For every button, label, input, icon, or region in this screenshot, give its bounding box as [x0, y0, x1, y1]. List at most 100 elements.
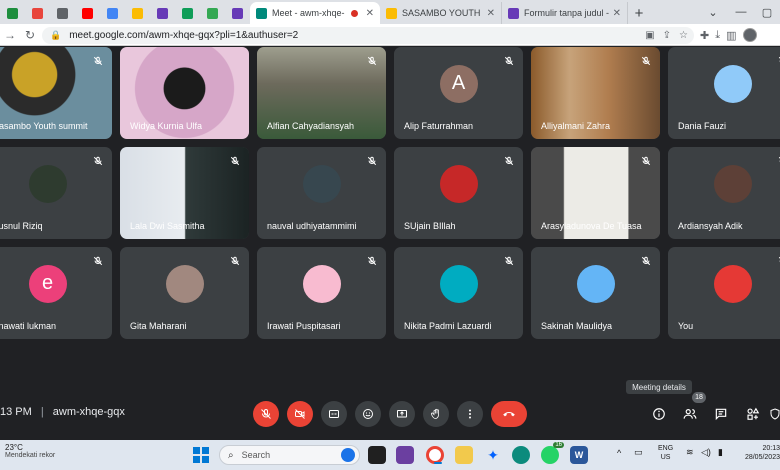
captions-button[interactable]	[321, 401, 347, 427]
participant-tile[interactable]: Sasambo Youth summit	[0, 47, 112, 139]
whatsapp-icon[interactable]: 16	[541, 442, 564, 464]
browser-tab[interactable]: Formulir tanpa judul - G ✕	[502, 2, 628, 24]
pinned-tab[interactable]	[200, 2, 225, 24]
participant-tile[interactable]: Gita Maharani	[120, 247, 249, 339]
wifi-icon[interactable]: ≋	[686, 448, 694, 457]
tray-chevron-icon[interactable]: ^	[617, 449, 621, 458]
volume-icon[interactable]: ◁)	[701, 448, 711, 457]
teams-chat-icon[interactable]	[396, 446, 414, 464]
info-icon	[653, 408, 665, 420]
camera-off-button[interactable]	[287, 401, 313, 427]
drive-icon	[386, 7, 397, 19]
muted-mic-icon	[90, 253, 106, 269]
participant-name: Lala Dwi Sasmitha	[130, 221, 205, 231]
edge-icon[interactable]	[512, 446, 530, 464]
windows-start-button[interactable]	[193, 447, 209, 463]
bookmark-star-icon[interactable]: ☆	[679, 30, 688, 41]
close-tab-icon[interactable]: ✕	[613, 8, 621, 19]
mic-off-button[interactable]	[253, 401, 279, 427]
emoji-button[interactable]	[355, 401, 381, 427]
participant-tile[interactable]: Nikita Padmi Lazuardi	[394, 247, 523, 339]
pinned-tab[interactable]	[175, 2, 200, 24]
pinned-tab[interactable]	[125, 2, 150, 24]
task-view-icon[interactable]	[368, 446, 386, 464]
browser-tab[interactable]: SASAMBO YOUTH SUM ✕	[380, 2, 502, 24]
participant-avatar	[302, 264, 341, 303]
browser-tab-strip: Meet - awm-xhqe-✕SASAMBO YOUTH SUM✕Formu…	[0, 0, 780, 24]
participant-tile[interactable]: SUjain BIllah	[394, 147, 523, 239]
participant-tile[interactable]: e Irnawati lukman	[0, 247, 112, 339]
side-panel-icon[interactable]: ▥	[726, 29, 736, 42]
download-icon[interactable]: ⤓	[715, 29, 720, 42]
raise-hand-button[interactable]	[423, 401, 449, 427]
participant-tile[interactable]: Irawati Puspitasari	[257, 247, 386, 339]
close-tab-icon[interactable]: ✕	[366, 8, 374, 19]
participant-tile[interactable]: nauval udhiyatammimi	[257, 147, 386, 239]
pinned-tab[interactable]	[225, 2, 250, 24]
pinned-tab[interactable]	[50, 2, 75, 24]
pinned-tab[interactable]	[100, 2, 125, 24]
pinned-tab[interactable]	[150, 2, 175, 24]
recording-dot-icon	[350, 9, 358, 17]
chrome-icon[interactable]	[426, 446, 444, 464]
profile-avatar[interactable]	[742, 28, 757, 42]
participant-tile[interactable]: Sakinah Maulidya	[531, 247, 660, 339]
participant-tile[interactable]: Dania Fauzi	[668, 47, 780, 139]
forms-icon	[157, 7, 168, 19]
dropbox-icon[interactable]: ✦	[484, 446, 502, 464]
weather-widget[interactable]: 23°C Mendekati rekor	[5, 443, 55, 459]
windows-logo-quadrant	[202, 447, 209, 454]
participant-name: Ardiansyah Adik	[678, 221, 743, 231]
meeting-details-button[interactable]	[646, 401, 672, 427]
battery-level-icon[interactable]: ▮	[718, 448, 723, 457]
browser-tab[interactable]: Meet - awm-xhqe- ✕	[250, 2, 380, 24]
pinned-tab[interactable]	[25, 2, 50, 24]
taskbar-search[interactable]: ⌕ Search	[219, 445, 360, 465]
url-text: meet.google.com/awm-xhqe-gqx?pli=1&authu…	[69, 30, 299, 41]
participant-tile[interactable]: Alfian Cahyadiansyah	[257, 47, 386, 139]
address-bar[interactable]: 🔒 meet.google.com/awm-xhqe-gqx?pli=1&aut…	[42, 27, 694, 44]
present-button[interactable]	[389, 401, 415, 427]
lock-shield-icon[interactable]	[762, 401, 780, 427]
reload-icon[interactable]: ↻	[20, 25, 40, 45]
back-arrow-icon[interactable]: →	[0, 25, 20, 45]
participant-avatar	[28, 164, 67, 203]
participant-avatar	[713, 64, 752, 103]
participant-tile[interactable]: A Alip Faturrahman	[394, 47, 523, 139]
pinned-tab[interactable]	[75, 2, 100, 24]
pinned-tab[interactable]	[0, 2, 25, 24]
leave-call-button[interactable]	[491, 401, 527, 427]
participant-tile[interactable]: You	[668, 247, 780, 339]
close-tab-icon[interactable]: ✕	[487, 8, 495, 19]
tab-search-icon[interactable]: ⌄	[700, 0, 726, 24]
participant-tile[interactable]: Alliyalmani Zahra	[531, 47, 660, 139]
participant-tile[interactable]: Lala Dwi Sasmitha	[120, 147, 249, 239]
battery-icon[interactable]: ▭	[634, 448, 643, 457]
participant-avatar: e	[28, 264, 67, 303]
extensions-icon[interactable]: ✚	[700, 29, 709, 42]
camera-icon[interactable]: ▣	[645, 30, 654, 41]
file-explorer-icon[interactable]	[455, 446, 473, 464]
clock[interactable]: 20:13 28/05/2023	[736, 444, 780, 462]
maximize-button[interactable]: ▢	[754, 0, 780, 24]
lock-icon: 🔒	[50, 30, 62, 40]
participant-tile[interactable]: Ardiansyah Adik	[668, 147, 780, 239]
pinned-tabs	[0, 2, 250, 24]
chat-button[interactable]	[708, 401, 734, 427]
minimize-button[interactable]: —	[728, 0, 754, 24]
more-options-button[interactable]	[457, 401, 483, 427]
language-code: ENG	[658, 445, 674, 452]
participant-tile[interactable]: Yusnul Riziq	[0, 147, 112, 239]
participant-tile[interactable]: Widya Kurnia Ulfa	[120, 47, 249, 139]
language-indicator[interactable]: ENG US	[658, 444, 673, 462]
people-button[interactable]	[677, 401, 703, 427]
new-tab-button[interactable]: +	[628, 2, 650, 24]
participant-avatar	[439, 264, 478, 303]
participant-name: You	[678, 321, 694, 331]
word-icon[interactable]: W	[570, 446, 588, 464]
participant-tile[interactable]: Arasyladunova De Tuasa	[531, 147, 660, 239]
share-icon[interactable]: ⇪	[663, 30, 671, 41]
tab-title: Formulir tanpa judul - G	[524, 8, 609, 18]
participant-name: Alfian Cahyadiansyah	[267, 121, 355, 131]
participant-name: Arasyladunova De Tuasa	[541, 221, 642, 231]
